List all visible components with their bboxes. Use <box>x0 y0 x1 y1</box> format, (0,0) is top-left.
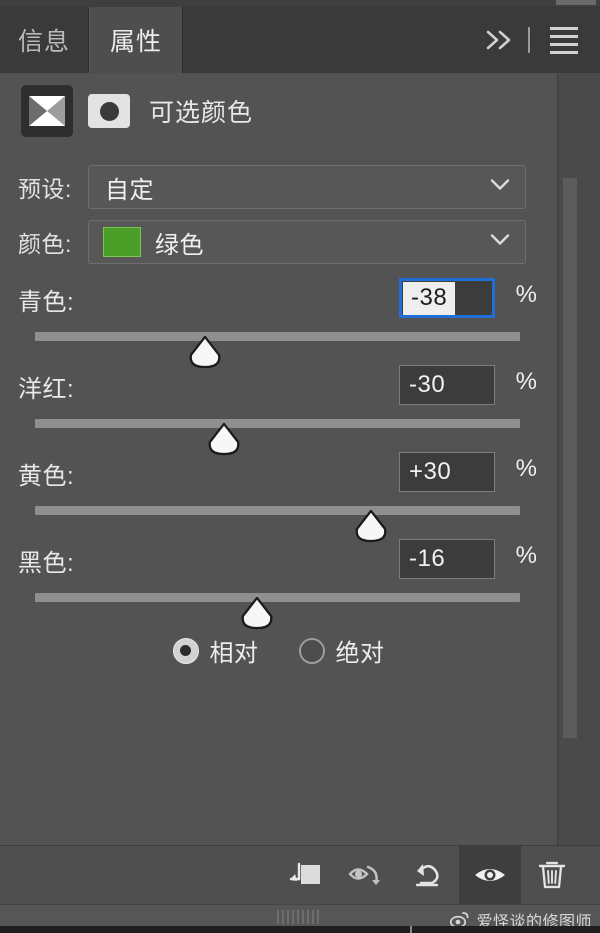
hamburger-menu-icon[interactable] <box>544 21 584 59</box>
cyan-label: 青色: <box>18 289 75 316</box>
slider-row-yellow: 黄色: +30 % <box>0 449 557 543</box>
delete-adjustment-trash-icon[interactable] <box>521 846 583 905</box>
grip-line <box>297 910 299 924</box>
window-bottom-edge <box>0 926 600 933</box>
panel-right-gutter <box>557 73 600 845</box>
radio-relative-label: 相对 <box>209 640 259 667</box>
yellow-value: +30 <box>409 458 452 485</box>
cyan-value: -38 <box>403 281 456 315</box>
cyan-unit: % <box>515 281 537 308</box>
magenta-label: 洋红: <box>18 376 75 403</box>
black-value: -16 <box>409 545 446 572</box>
magenta-value: -30 <box>409 371 446 398</box>
grip-line <box>317 910 319 924</box>
radio-absolute[interactable]: 绝对 <box>298 633 385 668</box>
toolbar-separator <box>528 27 530 53</box>
black-unit: % <box>515 542 537 569</box>
preset-label: 预设: <box>18 176 72 202</box>
adjustment-header: 可选颜色 <box>0 73 600 150</box>
view-previous-state-icon[interactable] <box>335 846 397 905</box>
yellow-slider-track[interactable] <box>35 506 520 515</box>
color-swatch <box>103 227 141 257</box>
hamburger-line <box>550 42 578 46</box>
radio-relative-mark <box>172 637 199 664</box>
window-edge-nub <box>556 0 596 5</box>
double-chevron-right-icon[interactable] <box>478 20 524 60</box>
radio-relative[interactable]: 相对 <box>172 633 259 668</box>
method-radio-group: 相对 绝对 <box>0 633 557 668</box>
vertical-scrollbar[interactable] <box>563 178 577 738</box>
clip-to-layer-icon[interactable] <box>273 846 335 905</box>
grip-line <box>292 910 294 924</box>
grip-line <box>282 910 284 924</box>
tab-info-label: 信息 <box>17 28 70 56</box>
tab-properties-label: 属性 <box>109 28 162 56</box>
hamburger-line <box>550 34 578 38</box>
yellow-input[interactable]: +30 <box>399 452 495 492</box>
layer-mask-thumbnail-icon[interactable] <box>88 94 130 128</box>
colors-row: 颜色: 绿色 <box>0 220 526 264</box>
chevron-down-icon <box>489 233 511 252</box>
tab-properties[interactable]: 属性 <box>89 7 183 73</box>
radio-absolute-mark <box>298 637 325 664</box>
magenta-input[interactable]: -30 <box>399 365 495 405</box>
adjustment-glyph <box>29 96 65 126</box>
yellow-unit: % <box>515 455 537 482</box>
grip-line <box>302 910 304 924</box>
cyan-slider-track[interactable] <box>35 332 520 341</box>
preset-dropdown[interactable]: 自定 <box>88 165 526 209</box>
hamburger-line <box>550 50 578 54</box>
colors-dropdown[interactable]: 绿色 <box>88 220 526 264</box>
colors-label: 颜色: <box>18 231 72 257</box>
grip-line <box>312 910 314 924</box>
resize-grip-icon[interactable] <box>277 910 323 924</box>
toggle-visibility-eye-icon[interactable] <box>459 845 521 905</box>
selective-color-adjustment-icon[interactable] <box>21 85 73 137</box>
preset-row: 预设: 自定 <box>0 165 526 209</box>
preset-value: 自定 <box>105 176 154 204</box>
slider-row-cyan: 青色: -38 % <box>0 275 557 369</box>
tab-info[interactable]: 信息 <box>0 7 89 73</box>
black-label: 黑色: <box>18 550 75 577</box>
selective-color-controls: 预设: 自定 颜色: 绿色 青色: -38 % 洋红: -30 % 黄色: +3… <box>0 149 557 845</box>
slider-row-black: 黑色: -16 % <box>0 536 557 630</box>
bottom-edge-mark <box>410 926 412 933</box>
yellow-label: 黄色: <box>18 463 75 490</box>
cyan-input[interactable]: -38 <box>399 278 495 318</box>
grip-line <box>307 910 309 924</box>
colors-value: 绿色 <box>155 231 204 259</box>
panel-bottom-toolbar <box>0 845 600 905</box>
grip-line <box>287 910 289 924</box>
panel-tab-controls <box>478 7 600 73</box>
reset-adjustment-icon[interactable] <box>397 846 459 905</box>
page-title: 可选颜色 <box>149 99 254 127</box>
radio-absolute-label: 绝对 <box>335 640 385 667</box>
magenta-unit: % <box>515 368 537 395</box>
properties-panel: 信息 属性 可选颜色 预设: 自定 颜色: 绿色 青色: -38 % 洋红: -… <box>0 0 600 933</box>
black-input[interactable]: -16 <box>399 539 495 579</box>
black-slider-track[interactable] <box>35 593 520 602</box>
panel-tab-bar: 信息 属性 <box>0 7 600 74</box>
chevron-down-icon <box>489 178 511 197</box>
slider-row-magenta: 洋红: -30 % <box>0 362 557 456</box>
hamburger-line <box>550 26 578 30</box>
grip-line <box>277 910 279 924</box>
mask-dot <box>99 101 119 121</box>
magenta-slider-track[interactable] <box>35 419 520 428</box>
